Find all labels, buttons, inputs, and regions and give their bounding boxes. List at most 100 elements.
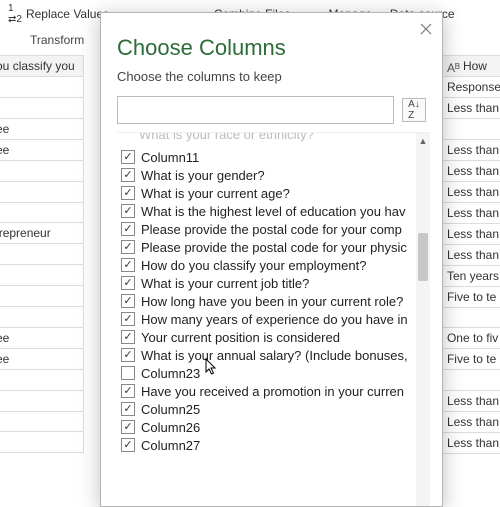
table-cell[interactable]: d	[0, 160, 83, 181]
table-cell[interactable]: d	[0, 77, 83, 98]
table-cell[interactable]: d	[0, 432, 83, 453]
checkbox[interactable]	[121, 168, 135, 182]
col-header-left[interactable]: Aᴮo you classify you	[0, 56, 83, 77]
col-header-right[interactable]: AᴮHow	[438, 56, 500, 77]
table-cell[interactable]: Less than	[438, 202, 500, 223]
checkbox[interactable]	[121, 240, 135, 254]
table-cell[interactable]	[438, 307, 500, 328]
column-item[interactable]: How long have you been in your current r…	[117, 292, 414, 310]
column-item[interactable]: What is your gender?	[117, 166, 414, 184]
table-cell[interactable]: d	[0, 307, 83, 328]
table-cell[interactable]: Less than	[438, 432, 500, 453]
sort-button[interactable]: A↓Z	[402, 98, 426, 122]
column-item[interactable]: Please provide the postal code for your …	[117, 220, 414, 238]
table-cell[interactable]: Response	[438, 77, 500, 98]
checkbox[interactable]	[121, 438, 135, 452]
table-cell[interactable]: Five to te	[438, 349, 500, 370]
table-cell[interactable]: d	[0, 265, 83, 286]
checkbox[interactable]	[121, 366, 135, 380]
list-item-partial: What is your race or ethnicity?	[117, 132, 414, 148]
column-item-label: What is your current job title?	[141, 276, 309, 291]
column-item[interactable]: What is your current job title?	[117, 274, 414, 292]
column-item[interactable]: Please provide the postal code for your …	[117, 238, 414, 256]
column-item[interactable]: What is the highest level of education y…	[117, 202, 414, 220]
checkbox[interactable]	[121, 348, 135, 362]
table-cell[interactable]	[0, 411, 83, 432]
column-item[interactable]: Your current position is considered	[117, 328, 414, 346]
checkbox[interactable]	[121, 204, 135, 218]
text-type-icon: Aᴮ	[447, 61, 459, 73]
table-cell[interactable]: Less than	[438, 390, 500, 411]
dialog-title: Choose Columns	[101, 13, 442, 65]
table-cell[interactable]: d	[0, 286, 83, 307]
transform-group-label: Transform	[30, 33, 84, 47]
column-item[interactable]: How do you classify your employment?	[117, 256, 414, 274]
column-item[interactable]: Column11	[117, 148, 414, 166]
table-cell[interactable]: Less than	[438, 411, 500, 432]
column-item[interactable]: Column27	[117, 436, 414, 454]
table-cell[interactable]: d	[0, 390, 83, 411]
column-item-label: Please provide the postal code for your …	[141, 240, 407, 255]
ribbon-label: Replace Values	[26, 7, 109, 21]
preview-table-left: Aᴮo you classify you dmployeemployeedded…	[0, 55, 84, 453]
table-cell[interactable]: Less than	[438, 181, 500, 202]
table-cell[interactable]: mployee	[0, 118, 83, 139]
table-cell[interactable]	[0, 202, 83, 223]
table-cell[interactable]: mployee	[0, 139, 83, 160]
table-cell[interactable]: ed/Entrepreneur	[0, 223, 83, 244]
ribbon-replace-values[interactable]: 1⇄2 Replace Values	[8, 3, 109, 25]
checkbox[interactable]	[121, 294, 135, 308]
checkbox[interactable]	[121, 330, 135, 344]
table-cell[interactable]: d	[0, 181, 83, 202]
column-item[interactable]: What is your annual salary? (Include bon…	[117, 346, 414, 364]
column-item-label: How do you classify your employment?	[141, 258, 366, 273]
table-cell[interactable]: Ten years	[438, 265, 500, 286]
checkbox[interactable]	[121, 258, 135, 272]
checkbox[interactable]	[121, 276, 135, 290]
column-item-label: Column26	[141, 420, 200, 435]
table-cell[interactable]	[438, 370, 500, 391]
column-item-label: What is your annual salary? (Include bon…	[141, 348, 408, 363]
search-input[interactable]	[117, 96, 394, 124]
scrollbar-thumb[interactable]	[418, 233, 428, 281]
choose-columns-dialog: Choose Columns Choose the columns to kee…	[100, 12, 443, 507]
column-item-label: How many years of experience do you have…	[141, 312, 408, 327]
table-cell[interactable]: Less than	[438, 139, 500, 160]
column-item-label: Column23	[141, 366, 200, 381]
close-icon	[420, 23, 432, 35]
scrollbar-track[interactable]	[416, 133, 430, 506]
close-button[interactable]	[416, 19, 436, 39]
table-cell[interactable]: mployee	[0, 349, 83, 370]
replace-icon: 1⇄2	[8, 3, 22, 25]
checkbox[interactable]	[121, 384, 135, 398]
column-item[interactable]: How many years of experience do you have…	[117, 310, 414, 328]
checkbox[interactable]	[121, 186, 135, 200]
column-item-label: Column25	[141, 402, 200, 417]
column-item[interactable]: Column23	[117, 364, 414, 382]
table-cell[interactable]: Less than	[438, 223, 500, 244]
column-item[interactable]: What is your current age?	[117, 184, 414, 202]
table-cell[interactable]: Less than	[438, 160, 500, 181]
table-cell[interactable]: One to fiv	[438, 328, 500, 349]
table-cell[interactable]: Less than	[438, 244, 500, 265]
dialog-subtitle: Choose the columns to keep	[101, 65, 442, 96]
checkbox[interactable]	[121, 402, 135, 416]
table-cell[interactable]: Five to te	[438, 286, 500, 307]
checkbox[interactable]	[121, 222, 135, 236]
table-cell[interactable]: mployee	[0, 328, 83, 349]
table-cell[interactable]: Less than	[438, 98, 500, 119]
sort-icon: A↓Z	[408, 99, 420, 121]
table-cell[interactable]: d	[0, 244, 83, 265]
table-cell[interactable]	[0, 370, 83, 391]
column-item[interactable]: Have you received a promotion in your cu…	[117, 382, 414, 400]
checkbox[interactable]	[121, 150, 135, 164]
table-cell[interactable]	[438, 119, 500, 140]
scrollbar-up[interactable]: ▲	[416, 133, 430, 149]
table-cell[interactable]	[0, 98, 83, 119]
column-item-label: Column27	[141, 438, 200, 453]
checkbox[interactable]	[121, 312, 135, 326]
column-item[interactable]: Column26	[117, 418, 414, 436]
checkbox[interactable]	[121, 420, 135, 434]
column-item[interactable]: Column25	[117, 400, 414, 418]
column-item-label: Please provide the postal code for your …	[141, 222, 402, 237]
